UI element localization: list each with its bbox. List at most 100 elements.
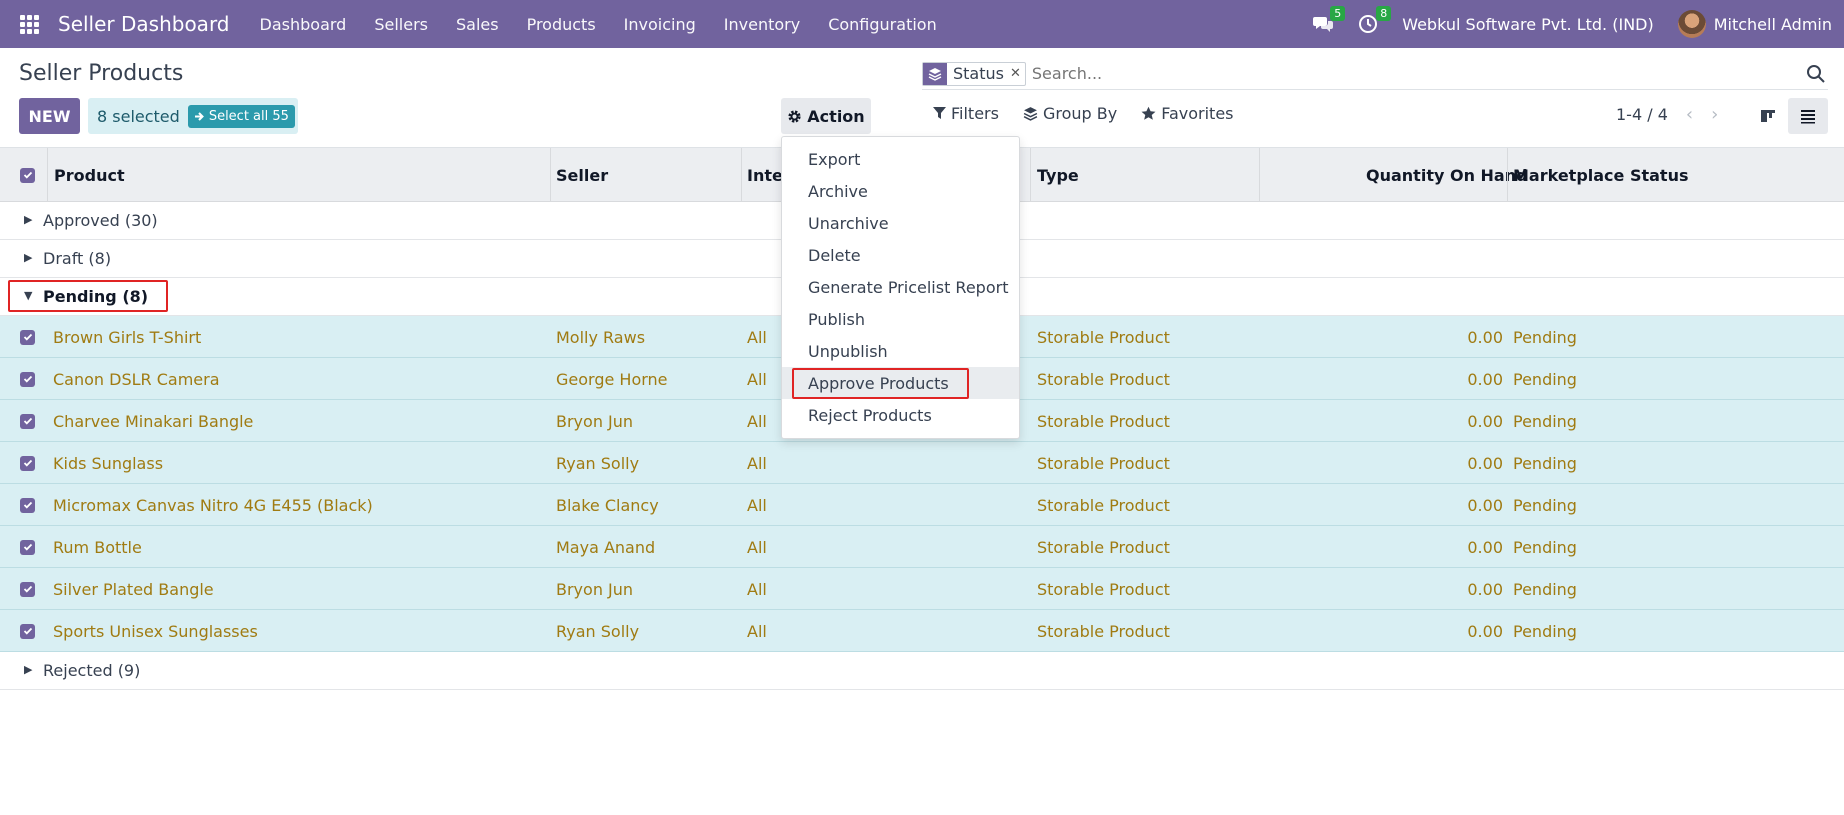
column-quantity[interactable]: Quantity On Hand [1366,148,1528,202]
row-checkbox[interactable] [20,568,35,610]
caret-right-icon: ▶ [24,251,33,264]
user-menu[interactable]: Mitchell Admin [1714,15,1832,34]
selected-count: 8 selected [97,106,180,126]
groupby-button[interactable]: Group By [1023,104,1117,123]
cell-internal: All [747,327,767,347]
menu-sellers[interactable]: Sellers [360,15,442,34]
cell-product: Charvee Minakari Bangle [53,411,254,431]
menu-item-generate-pricelist-report[interactable]: Generate Pricelist Report [782,271,1019,303]
cell-product: Canon DSLR Camera [53,369,220,389]
row-checkbox[interactable] [20,316,35,358]
table-row[interactable]: Rum Bottle Maya Anand All Storable Product 0… [0,526,1844,568]
cell-seller: Ryan Solly [556,621,640,641]
cell-type: Storable Product [1037,327,1170,347]
row-checkbox[interactable] [20,358,35,400]
app-title[interactable]: Seller Dashboard [58,12,230,36]
search-input[interactable] [1031,64,1806,83]
favorites-button[interactable]: Favorites [1141,104,1234,123]
remove-facet-icon[interactable]: ✕ [1010,66,1025,81]
cell-seller: Ryan Solly [556,453,640,473]
cell-seller: Bryon Jun [556,411,634,431]
cell-seller: Bryon Jun [556,579,634,599]
pager-value[interactable]: 1-4 / 4 [1616,105,1668,124]
activities-count-badge: 8 [1376,6,1392,21]
select-all-checkbox[interactable] [20,148,35,202]
pager-previous-icon[interactable]: ‹ [1686,104,1693,125]
new-button[interactable]: NEW [19,98,80,134]
menu-dashboard[interactable]: Dashboard [246,15,361,34]
cell-product: Sports Unisex Sunglasses [53,621,258,641]
menu-inventory[interactable]: Inventory [710,15,814,34]
column-product[interactable]: Product [54,148,125,202]
menu-products[interactable]: Products [513,15,610,34]
cell-product: Brown Girls T-Shirt [53,327,202,347]
check-icon [23,417,32,425]
list-view-button[interactable] [1788,98,1828,134]
kanban-icon [1761,110,1775,122]
check-icon [23,375,32,383]
cell-product: Silver Plated Bangle [53,579,214,599]
table-row[interactable]: Kids Sunglass Ryan Solly All Storable Produ… [0,442,1844,484]
select-all-button[interactable]: Select all 55 [187,104,295,128]
user-avatar[interactable] [1677,10,1706,38]
page-title: Seller Products [19,61,184,86]
row-checkbox[interactable] [20,442,35,484]
menu-item-unarchive[interactable]: Unarchive [782,207,1019,239]
cell-product: Kids Sunglass [53,453,164,473]
group-label: Approved (30) [43,211,158,230]
row-checkbox[interactable] [20,400,35,442]
company-switcher[interactable]: Webkul Software Pvt. Ltd. (IND) [1402,15,1654,34]
cell-quantity: 0.00 [1467,537,1503,557]
messages-count-badge: 5 [1330,6,1346,21]
menu-sales[interactable]: Sales [442,15,513,34]
menu-item-export[interactable]: Export [782,143,1019,175]
table-row[interactable]: Silver Plated Bangle Bryon Jun All Storable… [0,568,1844,610]
clock-icon [1359,15,1378,33]
cell-quantity: 0.00 [1467,621,1503,641]
approve-products-highlight [792,368,969,399]
column-type[interactable]: Type [1037,148,1079,202]
column-seller[interactable]: Seller [556,148,608,202]
table-row[interactable]: Sports Unisex Sunglasses Ryan Solly All Sto… [0,610,1844,652]
search-facet-status[interactable]: Status ✕ [922,61,1026,86]
messages-button[interactable]: 5 [1312,6,1346,34]
kanban-view-button[interactable] [1748,98,1788,134]
selection-info: 8 selected Select all 55 [88,98,298,134]
cell-internal: All [747,453,767,473]
cell-seller: Blake Clancy [556,495,659,515]
menu-item-archive[interactable]: Archive [782,175,1019,207]
menu-item-reject-products[interactable]: Reject Products [782,399,1019,431]
apps-menu-icon[interactable] [0,0,58,48]
cell-marketplace-status: Pending [1513,411,1577,431]
menu-invoicing[interactable]: Invoicing [610,15,710,34]
menu-configuration[interactable]: Configuration [814,15,951,34]
check-icon [23,333,32,341]
cell-marketplace-status: Pending [1513,327,1577,347]
filter-icon [933,107,946,119]
filters-button[interactable]: Filters [933,104,999,123]
activities-button[interactable]: 8 [1358,6,1392,34]
cell-seller: Molly Raws [556,327,646,347]
group-rejected[interactable]: ▶ Rejected (9) [0,652,1844,690]
cell-marketplace-status: Pending [1513,495,1577,515]
cell-quantity: 0.00 [1467,495,1503,515]
row-checkbox[interactable] [20,484,35,526]
search-icon[interactable] [1806,64,1826,84]
row-checkbox[interactable] [20,526,35,568]
menu-item-delete[interactable]: Delete [782,239,1019,271]
action-button[interactable]: Action [781,98,871,134]
menu-item-publish[interactable]: Publish [782,303,1019,335]
cell-internal: All [747,537,767,557]
cell-quantity: 0.00 [1467,369,1503,389]
cell-product: Micromax Canvas Nitro 4G E455 (Black) [53,495,373,515]
row-checkbox[interactable] [20,610,35,652]
check-icon [23,459,32,467]
column-marketplace-status[interactable]: Marketplace Status [1513,148,1689,202]
control-panel: Seller Products NEW 8 selected Select al… [0,48,1844,148]
cell-type: Storable Product [1037,369,1170,389]
group-label: Rejected (9) [43,661,141,680]
table-row[interactable]: Micromax Canvas Nitro 4G E455 (Black) Bla… [0,484,1844,526]
pager-next-icon[interactable]: › [1711,104,1718,125]
menu-item-unpublish[interactable]: Unpublish [782,335,1019,367]
cell-type: Storable Product [1037,453,1170,473]
